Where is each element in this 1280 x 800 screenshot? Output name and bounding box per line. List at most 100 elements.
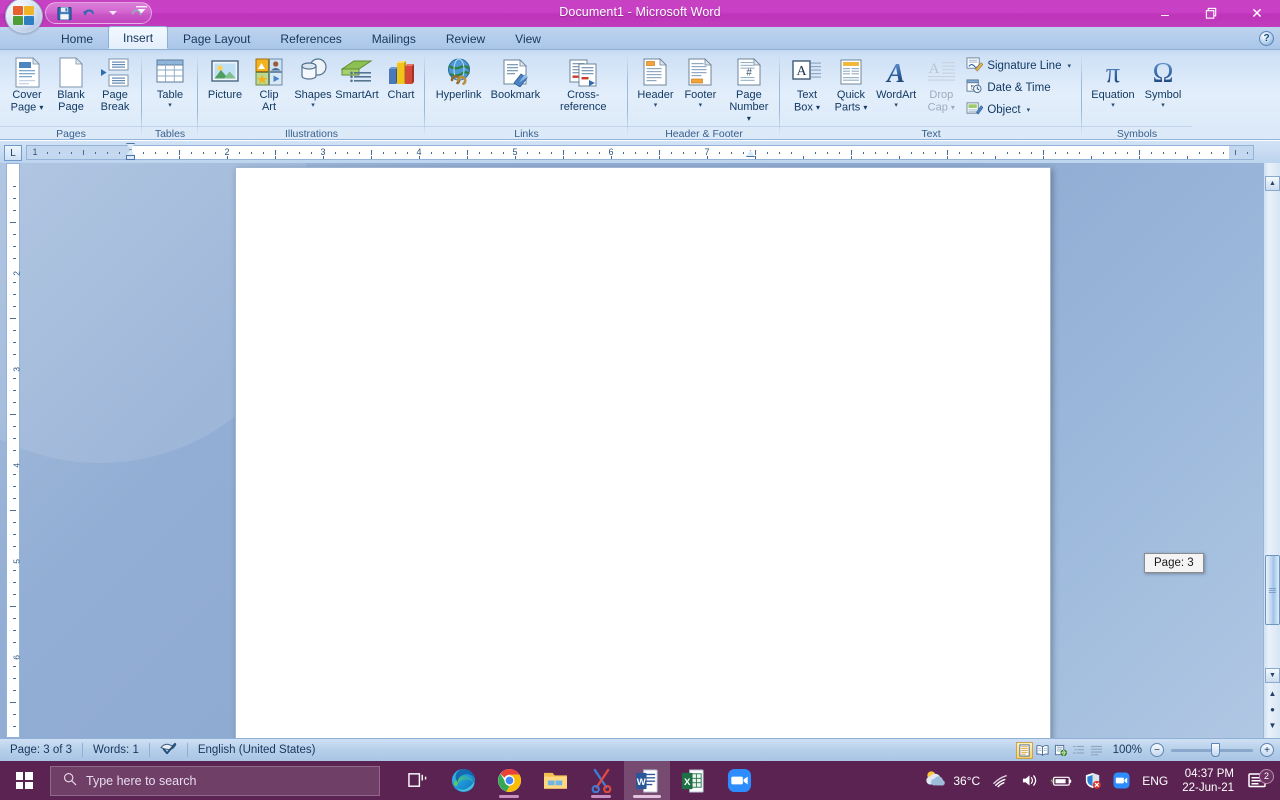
proofing-status[interactable] (150, 740, 187, 761)
ruler-tick (13, 594, 16, 595)
snipping-tool-icon[interactable] (578, 761, 624, 800)
clock[interactable]: 04:37 PM 22-Jun-21 (1174, 767, 1242, 795)
previous-page-button[interactable]: ▲​ (1266, 687, 1279, 700)
symbol-button[interactable]: Ω Symbol ▾ (1139, 53, 1187, 110)
notifications-button[interactable]: 2 (1242, 768, 1276, 790)
microsoft-excel-icon[interactable]: X (670, 761, 716, 800)
zoom-in-button[interactable]: + (1260, 743, 1274, 757)
zoom-tray-icon[interactable] (1107, 761, 1136, 800)
equation-button[interactable]: π Equation ▾ (1087, 53, 1139, 110)
weather-widget[interactable]: 36°C (918, 761, 986, 800)
google-chrome-icon[interactable] (486, 761, 532, 800)
tab-page-layout[interactable]: Page Layout (168, 28, 265, 49)
ruler-tick (347, 151, 348, 154)
horizontal-ruler[interactable]: 11234567 (26, 143, 1254, 160)
footer-button[interactable]: Footer ▾ (678, 53, 723, 110)
object-dropdown-icon[interactable]: ▾ (1027, 106, 1031, 114)
date-and-time-button[interactable]: 5 Date & Time (963, 77, 1077, 98)
chart-button[interactable]: Chart (379, 53, 423, 103)
page-break-button[interactable]: Page Break (93, 53, 137, 114)
signature-line-button[interactable]: Signature Line ▾ (963, 55, 1077, 76)
page-indicator[interactable]: Page: 3 of 3 (0, 740, 82, 761)
quick-parts-button[interactable]: Quick Parts ▾ (829, 53, 873, 115)
picture-button[interactable]: Picture (203, 53, 247, 103)
cover-page-button[interactable]: Cover Page ▾ (5, 53, 49, 115)
ruler-tick (467, 150, 468, 155)
document-page[interactable] (235, 167, 1051, 738)
microsoft-word-icon[interactable]: W (624, 761, 670, 800)
table-button[interactable]: Table ▾ (147, 53, 193, 110)
svg-text:#: # (746, 67, 752, 78)
search-input[interactable]: Type here to search (50, 765, 380, 796)
restore-button[interactable] (1188, 0, 1234, 27)
ruler-tick (275, 156, 276, 159)
language-indicator[interactable]: ENG (1136, 761, 1174, 800)
view-outline-button[interactable] (1070, 742, 1087, 759)
start-button[interactable] (0, 761, 48, 800)
tab-insert[interactable]: Insert (108, 26, 169, 49)
left-indent-marker[interactable] (126, 155, 135, 160)
scroll-up-button[interactable]: ▲ (1265, 176, 1280, 191)
right-indent-marker[interactable] (746, 150, 755, 157)
close-button[interactable]: ✕ (1234, 0, 1280, 27)
header-button[interactable]: Header ▾ (633, 53, 678, 110)
scrollbar-thumb[interactable] (1265, 555, 1280, 625)
scroll-down-button[interactable]: ▼ (1265, 668, 1280, 683)
signature-line-dropdown-icon[interactable]: ▾ (1067, 62, 1071, 70)
group-label-header-footer: Header & Footer (628, 126, 780, 140)
tab-view[interactable]: View (500, 28, 556, 49)
task-view-button[interactable] (394, 761, 440, 800)
header-dropdown-icon[interactable]: ▾ (654, 102, 658, 109)
battery-charging-icon[interactable] (1044, 761, 1078, 800)
text-box-button[interactable]: A Text Box ▾ (785, 53, 829, 115)
table-dropdown-icon[interactable]: ▾ (168, 102, 172, 109)
file-explorer-icon[interactable] (532, 761, 578, 800)
zoom-level-label[interactable]: 100% (1105, 744, 1150, 756)
cross-reference-button[interactable]: Cross-reference (544, 53, 623, 114)
tab-mailings[interactable]: Mailings (357, 28, 431, 49)
clip-art-button[interactable]: Clip Art (247, 53, 291, 114)
symbol-dropdown-icon[interactable]: ▾ (1161, 102, 1165, 109)
vertical-ruler[interactable]: 2 3 4 5 6 (6, 163, 22, 738)
microsoft-edge-icon[interactable] (440, 761, 486, 800)
tab-stop-selector[interactable]: L (4, 145, 22, 161)
language-indicator[interactable]: English (United States) (188, 740, 326, 761)
shapes-dropdown-icon[interactable]: ▾ (311, 102, 315, 109)
tab-home[interactable]: Home (46, 28, 108, 49)
tab-references[interactable]: References (265, 28, 356, 49)
wordart-dropdown-icon[interactable]: ▾ (894, 102, 898, 109)
zoom-slider-thumb[interactable] (1211, 742, 1220, 757)
ruler-tick (10, 414, 16, 415)
footer-dropdown-icon[interactable]: ▾ (699, 102, 703, 109)
hyperlink-button[interactable]: Hyperlink (430, 53, 487, 103)
equation-dropdown-icon[interactable]: ▾ (1111, 102, 1115, 109)
smartart-button[interactable]: SmartArt (335, 53, 379, 103)
view-web-layout-button[interactable] (1052, 742, 1069, 759)
ruler-tick (13, 690, 16, 691)
page-number-button[interactable]: # Page Number ▾ (723, 53, 775, 126)
minimize-button[interactable]: – (1142, 0, 1188, 27)
drop-cap-button[interactable]: A Drop Cap ▾ (919, 53, 963, 115)
zoom-slider-track[interactable] (1171, 742, 1253, 757)
object-button[interactable]: Object ▾ (963, 99, 1077, 120)
zoom-app-icon[interactable] (716, 761, 762, 800)
wordart-button[interactable]: A WordArt ▾ (873, 53, 919, 110)
wifi-icon[interactable] (986, 761, 1015, 800)
view-full-screen-reading-button[interactable] (1034, 742, 1051, 759)
word-count[interactable]: Words: 1 (83, 740, 149, 761)
bookmark-button[interactable]: Bookmark (487, 53, 543, 103)
vertical-scrollbar[interactable]: ▲ ▼ ▲​ ● ▼​ (1263, 163, 1280, 738)
windows-security-icon[interactable] (1078, 761, 1107, 800)
tab-review[interactable]: Review (431, 28, 500, 49)
view-draft-button[interactable] (1088, 742, 1105, 759)
speaker-icon[interactable] (1015, 761, 1044, 800)
footer-label: Footer (684, 89, 717, 101)
blank-page-button[interactable]: Blank Page (49, 53, 93, 114)
view-print-layout-button[interactable] (1015, 741, 1033, 759)
select-browse-object-button[interactable]: ● (1266, 703, 1279, 716)
zoom-out-button[interactable]: − (1150, 743, 1164, 757)
shapes-button[interactable]: Shapes ▾ (291, 53, 335, 110)
next-page-button[interactable]: ▼​ (1266, 719, 1279, 732)
ruler-tick (767, 151, 768, 154)
help-icon[interactable]: ? (1259, 31, 1274, 46)
